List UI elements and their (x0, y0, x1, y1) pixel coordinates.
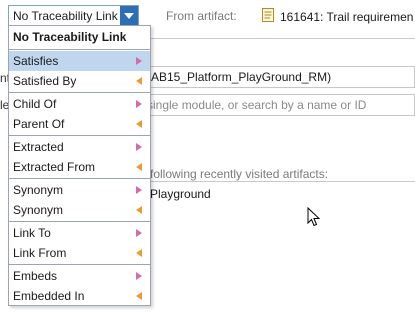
menu-item[interactable]: Embeds (9, 266, 150, 286)
menu-item-no-traceability-link[interactable]: No Traceability Link (9, 26, 150, 48)
recent-divider (150, 181, 415, 182)
arrow-left-icon (136, 206, 142, 214)
menu-separator (9, 49, 150, 50)
menu-item-label: Satisfies (13, 54, 59, 68)
menu-item[interactable]: Link From (9, 243, 150, 263)
menu-item[interactable]: Synonym (9, 180, 150, 200)
dropdown-toggle-button[interactable] (120, 6, 138, 25)
menu-separator (9, 135, 150, 136)
menu-item[interactable]: Child Of (9, 94, 150, 114)
menu-item-label: Link To (13, 226, 51, 240)
menu-separator (9, 221, 150, 222)
menu-separator (9, 178, 150, 179)
document-icon (262, 8, 274, 22)
from-artifact-label: From artifact: (166, 9, 237, 23)
arrow-right-icon (136, 143, 142, 151)
menu-item[interactable]: Link To (9, 223, 150, 243)
arrow-right-icon (136, 100, 142, 108)
link-type-menu: No Traceability Link Satisfies Satisfied … (8, 25, 151, 306)
project-field[interactable]: (AB15_Platform_PlayGround_RM) (140, 66, 415, 88)
menu-item[interactable]: Parent Of (9, 114, 150, 134)
menu-item-label: Child Of (13, 97, 57, 111)
project-field-value: (AB15_Platform_PlayGround_RM) (147, 70, 332, 84)
arrow-left-icon (136, 163, 142, 171)
menu-item-label: Extracted (13, 140, 64, 154)
arrow-left-icon (136, 120, 142, 128)
arrow-right-icon (136, 57, 142, 65)
from-artifact-link[interactable]: 161641: Trail requiremen (280, 10, 413, 24)
menu-item[interactable]: Embedded In (9, 286, 150, 306)
menu-item-label: Satisfied By (13, 74, 77, 88)
menu-item-label: Embedded In (13, 289, 85, 303)
menu-item[interactable]: Extracted (9, 137, 150, 157)
header-divider (150, 38, 415, 39)
mouse-cursor-icon (307, 207, 321, 227)
menu-item-label: Extracted From (13, 160, 96, 174)
arrow-right-icon (136, 229, 142, 237)
menu-separator (9, 92, 150, 93)
menu-item-label: Link From (13, 246, 67, 260)
menu-item-label: Synonym (13, 203, 64, 217)
link-type-select-value: No Traceability Link (13, 9, 118, 23)
menu-item[interactable]: Extracted From (9, 157, 150, 177)
recent-artifact-item[interactable]: Playground (150, 187, 211, 201)
arrow-right-icon (136, 186, 142, 194)
search-input[interactable]: single module, or search by a name or ID (140, 94, 415, 116)
menu-separator (9, 264, 150, 265)
arrow-left-icon (136, 292, 142, 300)
search-input-placeholder: single module, or search by a name or ID (147, 98, 367, 112)
arrow-right-icon (136, 272, 142, 280)
arrow-left-icon (136, 77, 142, 85)
menu-item[interactable]: Satisfied By (9, 71, 150, 91)
menu-item-label: Embeds (13, 269, 58, 283)
arrow-left-icon (136, 249, 142, 257)
chevron-down-icon (124, 12, 134, 19)
menu-item[interactable]: Synonym (9, 200, 150, 220)
recent-artifacts-label: following recently visited artifacts: (150, 167, 329, 181)
menu-item-label: Parent Of (13, 117, 65, 131)
menu-item-label: Synonym (13, 183, 64, 197)
menu-item[interactable]: Satisfies (9, 51, 150, 71)
